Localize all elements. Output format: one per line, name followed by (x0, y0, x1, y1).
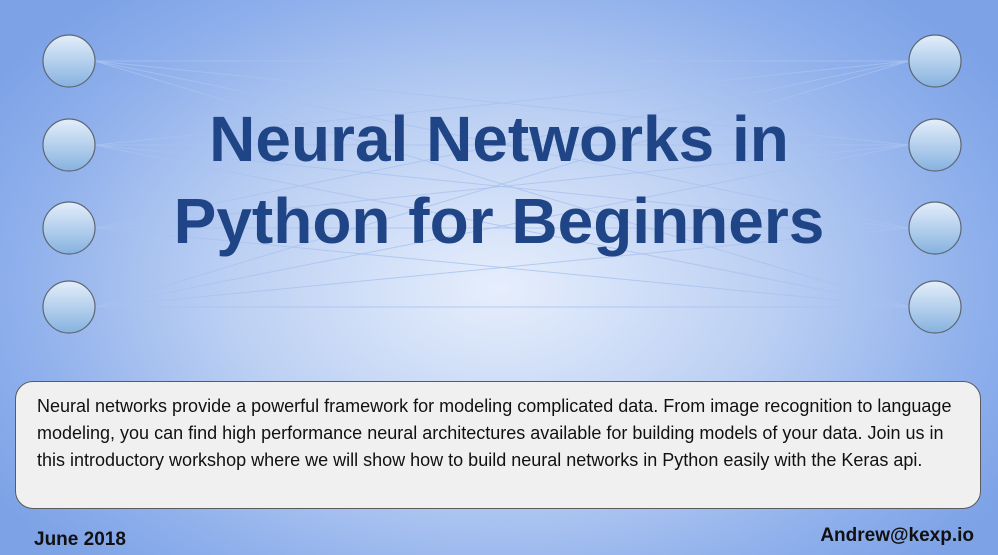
output-node (908, 34, 962, 88)
output-node (908, 280, 962, 334)
contact-email: Andrew@kexp.io (820, 525, 974, 546)
input-node (42, 280, 96, 334)
input-node (42, 34, 96, 88)
slide-title: Neural Networks in Python for Beginners (0, 98, 998, 262)
description-box: Neural networks provide a powerful frame… (15, 381, 981, 509)
description-text: Neural networks provide a powerful frame… (37, 396, 952, 470)
title-line-1: Neural Networks in (209, 103, 789, 175)
date-label: June 2018 (34, 529, 126, 550)
title-line-2: Python for Beginners (173, 185, 825, 257)
